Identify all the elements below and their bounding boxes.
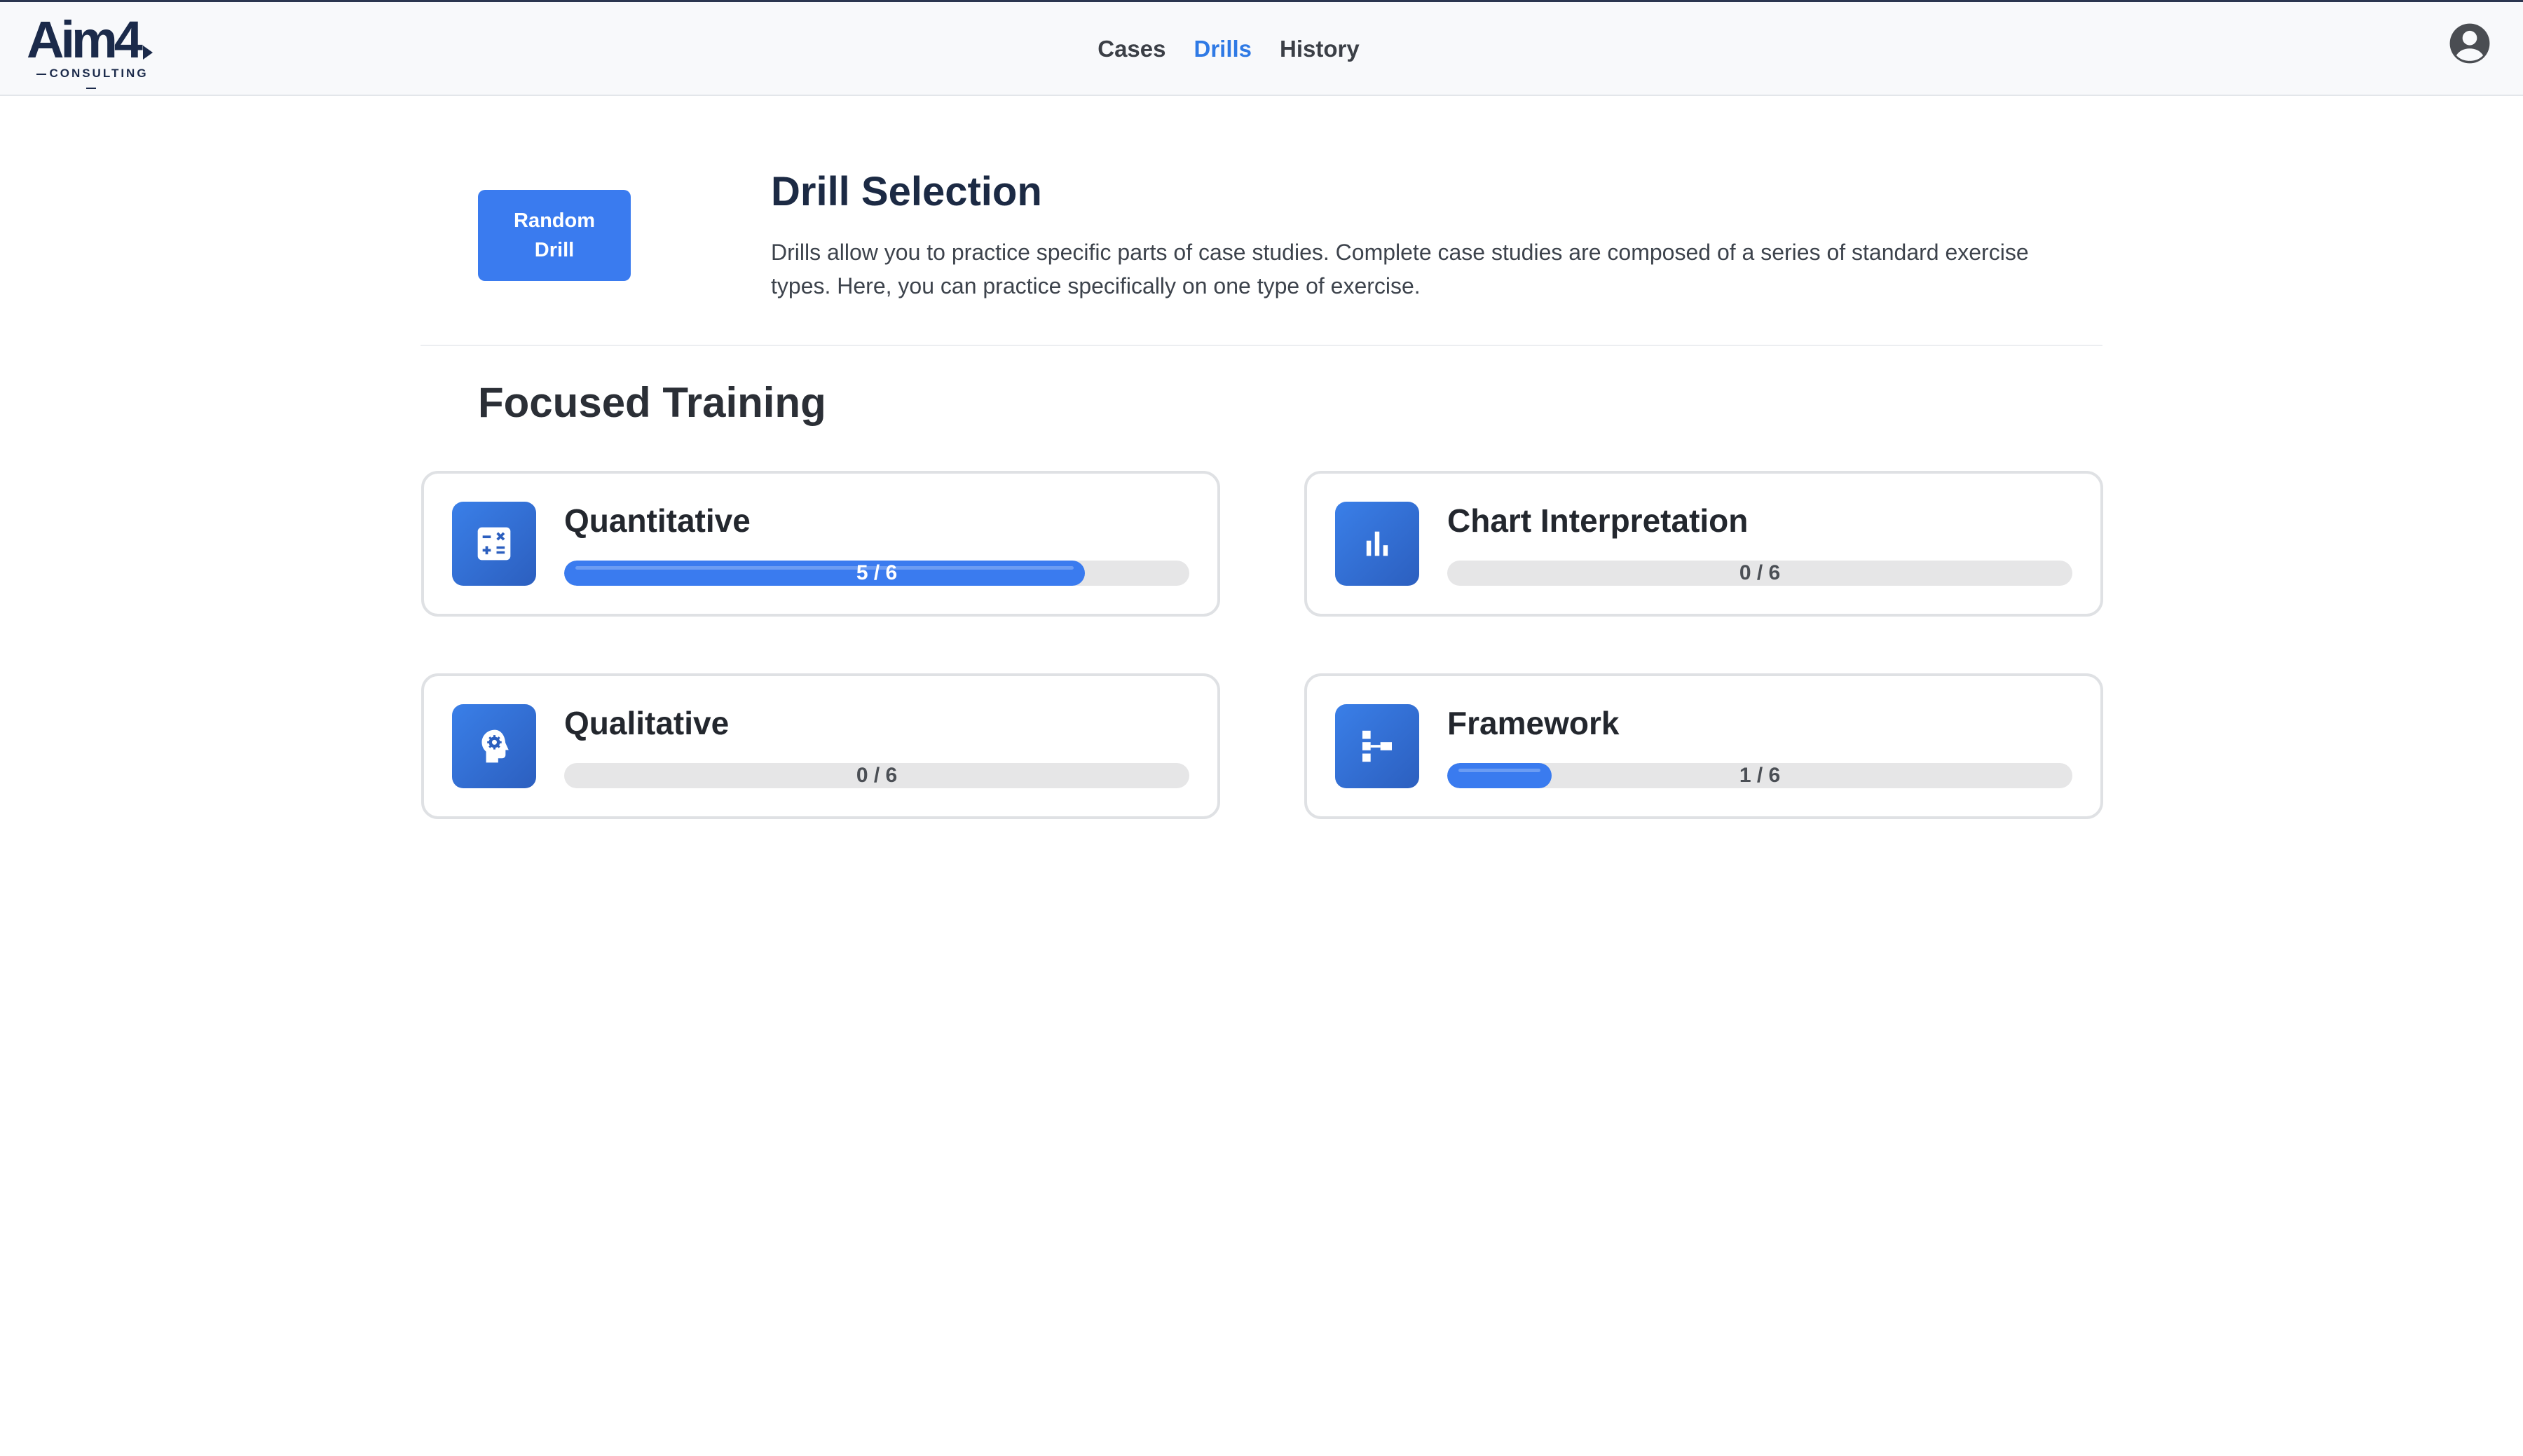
random-drill-button[interactable]: Random Drill — [478, 190, 631, 281]
drill-card-title: Qualitative — [564, 705, 730, 741]
progress-bar: 0 / 6 — [564, 763, 1189, 788]
progress-bar: 5 / 6 — [564, 561, 1189, 586]
drill-card-qualitative[interactable]: Qualitative 0 / 6 — [421, 673, 1220, 819]
page-title: Drill Selection — [771, 169, 1042, 214]
progress-label: 5 / 6 — [856, 561, 898, 584]
nav-drills[interactable]: Drills — [1194, 36, 1252, 62]
progress-label: 0 / 6 — [856, 764, 898, 787]
head-gear-icon — [452, 704, 536, 788]
nav-cases[interactable]: Cases — [1098, 36, 1165, 62]
drill-card-title: Framework — [1447, 705, 1620, 741]
hierarchy-icon — [1335, 704, 1419, 788]
top-navbar: Aim4 CONSULTING Cases Drills History — [0, 0, 2523, 96]
drill-card-framework[interactable]: Framework 1 / 6 — [1304, 673, 2103, 819]
section-title: Focused Training — [478, 379, 826, 426]
drill-card-title: Quantitative — [564, 502, 751, 539]
progress-bar: 1 / 6 — [1447, 763, 2072, 788]
drill-card-title: Chart Interpretation — [1447, 502, 1749, 539]
main-nav: Cases Drills History — [0, 2, 2523, 96]
drill-card-quantitative[interactable]: Quantitative 5 / 6 — [421, 471, 1220, 617]
account-circle-icon[interactable] — [2448, 22, 2491, 65]
bar-chart-icon — [1335, 502, 1419, 586]
section-divider — [420, 345, 2102, 346]
calculator-icon — [452, 502, 536, 586]
page-description: Drills allow you to practice specific pa… — [771, 240, 2029, 298]
drill-card-chart-interpretation[interactable]: Chart Interpretation 0 / 6 — [1304, 471, 2103, 617]
nav-history[interactable]: History — [1280, 36, 1360, 62]
progress-bar: 0 / 6 — [1447, 561, 2072, 586]
progress-label: 0 / 6 — [1739, 561, 1781, 584]
progress-label: 1 / 6 — [1739, 764, 1781, 787]
